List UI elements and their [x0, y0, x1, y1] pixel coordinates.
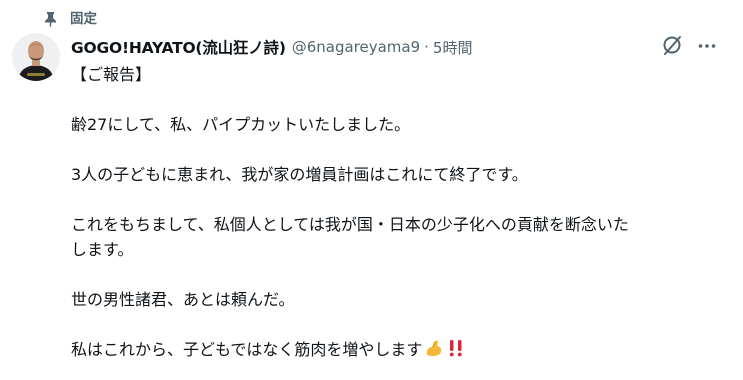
post-line: 世の男性諸君、あとは頼んだ。	[71, 290, 295, 309]
post-line: 齢27にして、私、パイプカットいたしました。	[71, 115, 411, 134]
double-exclamation-emoji	[450, 340, 463, 357]
pinned-label: 固定	[70, 11, 97, 27]
post-text: 【ご報告】 齢27にして、私、パイプカットいたしました。 3人の子どもに恵まれ、…	[71, 62, 631, 362]
author-handle[interactable]: @6nagareyama9	[292, 38, 420, 56]
avatar[interactable]	[12, 33, 60, 81]
post-line: これをもちまして、私個人としては我が国・日本の少子化への貢献を断念いたします。	[71, 215, 629, 259]
post-line-text: 私はこれから、子どもではなく筋肉を増やします	[71, 340, 423, 359]
grok-icon[interactable]	[660, 33, 684, 57]
post-header: GOGO!HAYATO(流山狂ノ詩) @6nagareyama9 · 5時間	[71, 36, 472, 58]
flexed-biceps-emoji	[427, 340, 442, 356]
pin-icon	[45, 12, 56, 27]
separator-dot: ·	[424, 38, 429, 56]
author-display-name[interactable]: GOGO!HAYATO(流山狂ノ詩)	[71, 36, 286, 58]
pinned-indicator: 固定	[44, 10, 97, 28]
more-icon[interactable]	[697, 36, 717, 56]
post-line: 3人の子どもに恵まれ、我が家の増員計画はこれにて終了です。	[71, 165, 528, 184]
post-timestamp[interactable]: 5時間	[433, 37, 473, 58]
avatar-image	[12, 33, 60, 81]
post-line: 【ご報告】	[71, 65, 152, 84]
post-line-last: 私はこれから、子どもではなく筋肉を増やします	[71, 337, 631, 362]
